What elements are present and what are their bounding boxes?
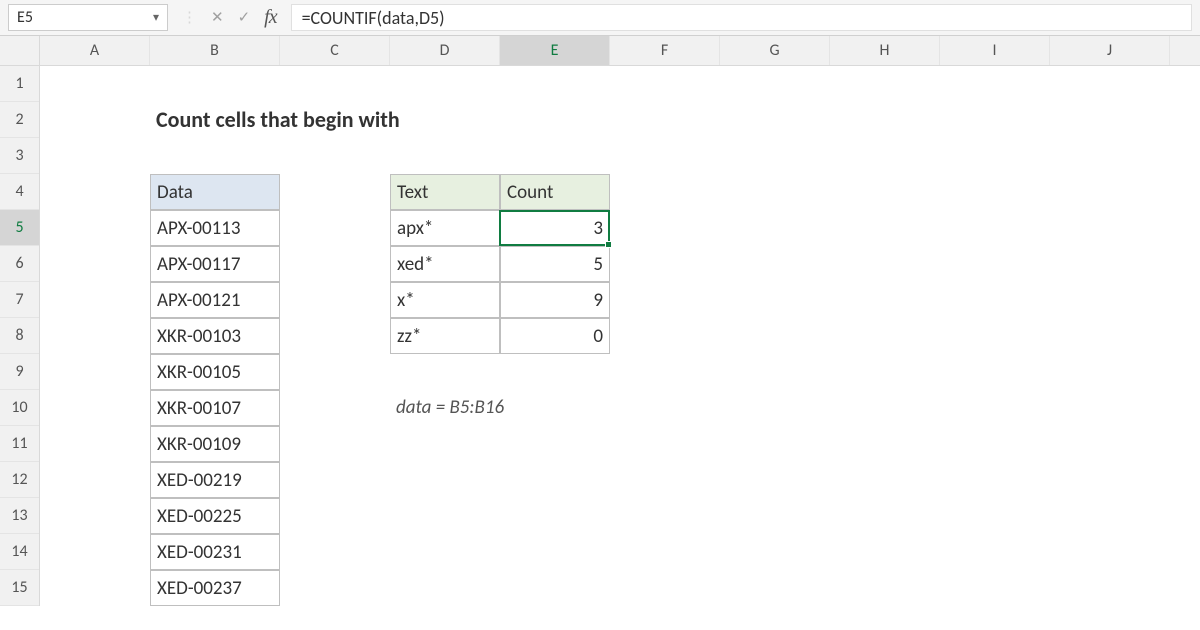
row-header-11[interactable]: 11 (0, 426, 39, 462)
cancel-icon[interactable]: ✕ (211, 8, 224, 27)
col-header-B[interactable]: B (150, 36, 280, 65)
data-cell[interactable]: XKR-00109 (150, 426, 280, 462)
separator-icon: ⋮ (182, 8, 197, 27)
data-cell[interactable]: APX-00117 (150, 246, 280, 282)
row-header-2[interactable]: 2 (0, 102, 39, 138)
row-header-12[interactable]: 12 (0, 462, 39, 498)
data-header[interactable]: Data (150, 174, 280, 210)
row-header-8[interactable]: 8 (0, 318, 39, 354)
row-header-6[interactable]: 6 (0, 246, 39, 282)
count-cell[interactable]: 9 (500, 282, 610, 318)
page-title: Count cells that begin with (150, 102, 280, 138)
text-header[interactable]: Text (390, 174, 500, 210)
data-cell[interactable]: APX-00121 (150, 282, 280, 318)
chevron-down-icon[interactable]: ▾ (153, 10, 159, 25)
data-cell[interactable]: XED-00225 (150, 498, 280, 534)
text-cell[interactable]: x* (390, 282, 500, 318)
count-cell[interactable]: 0 (500, 318, 610, 354)
col-header-G[interactable]: G (720, 36, 830, 65)
formula-text: =COUNTIF(data,D5) (302, 7, 445, 29)
column-headers: A B C D E F G H I J (0, 36, 1200, 66)
data-cell[interactable]: XED-00231 (150, 534, 280, 570)
row-header-3[interactable]: 3 (0, 138, 39, 174)
cells-area[interactable]: Count cells that begin with Data Text Co… (40, 66, 1200, 606)
row-header-9[interactable]: 9 (0, 354, 39, 390)
col-header-F[interactable]: F (610, 36, 720, 65)
row-header-10[interactable]: 10 (0, 390, 39, 426)
row-header-7[interactable]: 7 (0, 282, 39, 318)
select-all-corner[interactable] (0, 36, 40, 65)
row-header-15[interactable]: 15 (0, 570, 39, 606)
fx-icon[interactable]: fx (264, 6, 276, 29)
formula-bar: E5 ▾ ⋮ ✕ ✓ fx =COUNTIF(data,D5) (0, 0, 1200, 36)
text-cell[interactable]: apx* (390, 210, 500, 246)
col-header-I[interactable]: I (940, 36, 1050, 65)
text-cell[interactable]: xed* (390, 246, 500, 282)
data-cell[interactable]: XED-00219 (150, 462, 280, 498)
data-cell[interactable]: APX-00113 (150, 210, 280, 246)
row-header-13[interactable]: 13 (0, 498, 39, 534)
enter-icon[interactable]: ✓ (238, 8, 251, 27)
row-header-14[interactable]: 14 (0, 534, 39, 570)
name-box[interactable]: E5 ▾ (8, 4, 168, 31)
row-header-4[interactable]: 4 (0, 174, 39, 210)
col-header-J[interactable]: J (1050, 36, 1170, 65)
data-cell[interactable]: XKR-00105 (150, 354, 280, 390)
col-header-D[interactable]: D (390, 36, 500, 65)
row-header-1[interactable]: 1 (0, 66, 39, 102)
note-text: data = B5:B16 (390, 390, 500, 426)
count-header[interactable]: Count (500, 174, 610, 210)
data-cell[interactable]: XKR-00107 (150, 390, 280, 426)
count-cell[interactable]: 5 (500, 246, 610, 282)
data-cell[interactable]: XED-00237 (150, 570, 280, 606)
col-header-E[interactable]: E (500, 36, 610, 65)
name-box-value: E5 (17, 8, 33, 27)
row-header-5[interactable]: 5 (0, 210, 39, 246)
col-header-C[interactable]: C (280, 36, 390, 65)
formula-input[interactable]: =COUNTIF(data,D5) (291, 4, 1192, 31)
col-header-A[interactable]: A (40, 36, 150, 65)
data-cell[interactable]: XKR-00103 (150, 318, 280, 354)
formula-bar-icons: ⋮ ✕ ✓ fx (168, 0, 291, 35)
col-header-H[interactable]: H (830, 36, 940, 65)
text-cell[interactable]: zz* (390, 318, 500, 354)
spreadsheet: A B C D E F G H I J 1 2 3 4 5 6 7 8 9 10… (0, 36, 1200, 606)
count-cell[interactable]: 3 (500, 210, 610, 246)
row-headers: 1 2 3 4 5 6 7 8 9 10 11 12 13 14 15 (0, 66, 40, 606)
